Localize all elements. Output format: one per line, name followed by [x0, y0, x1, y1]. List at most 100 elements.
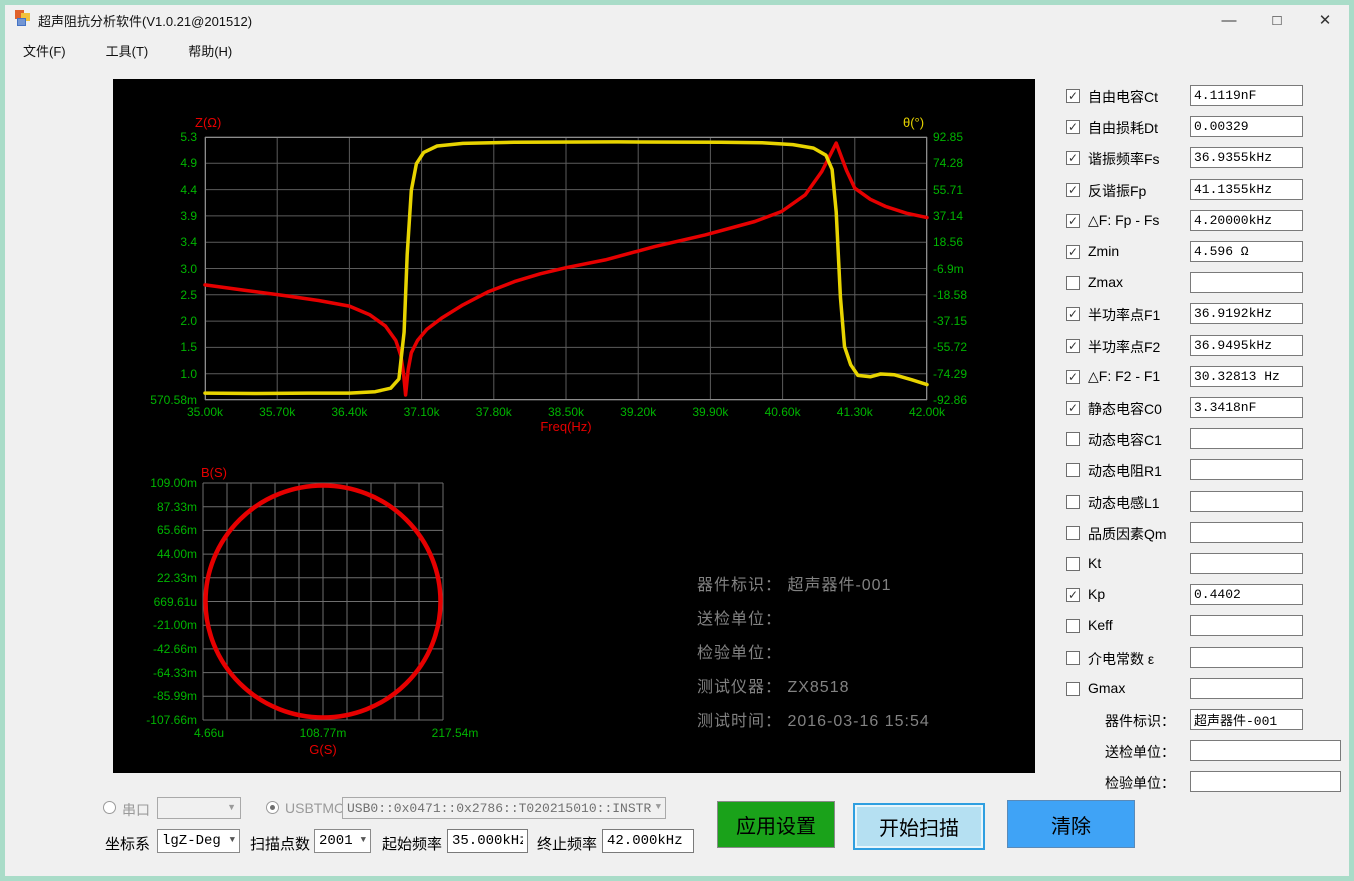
param-label: Zmax	[1088, 274, 1123, 290]
param-checkbox[interactable]	[1066, 495, 1080, 509]
param-checkbox[interactable]: ✓	[1066, 370, 1080, 384]
param-value-input[interactable]	[1190, 116, 1303, 137]
minimize-button[interactable]: —	[1205, 5, 1253, 35]
param-checkbox[interactable]: ✓	[1066, 183, 1080, 197]
param-value-input[interactable]	[1190, 85, 1303, 106]
chevron-down-icon: ▼	[655, 802, 661, 813]
z-axis-tick: 4.4	[180, 182, 197, 197]
param-checkbox[interactable]	[1066, 682, 1080, 696]
serial-radio[interactable]	[103, 801, 116, 814]
freq-axis-tick: 35.00k	[186, 405, 224, 419]
menu-bar: 文件(F) 工具(T) 帮助(H)	[5, 37, 1349, 63]
param-value-input[interactable]	[1190, 647, 1303, 668]
param-label: 介电常数 ε	[1088, 651, 1155, 667]
param-checkbox[interactable]: ✓	[1066, 151, 1080, 165]
param-checkbox[interactable]	[1066, 651, 1080, 665]
b-axis-tick: 44.00m	[156, 547, 197, 562]
param-checkbox[interactable]	[1066, 276, 1080, 290]
param-value-input[interactable]	[1190, 366, 1303, 387]
freq-axis-tick: 36.40k	[331, 405, 368, 419]
z-axis-tick: 2.5	[180, 287, 197, 302]
param-value-input[interactable]	[1190, 615, 1303, 636]
start-freq-label: 起始频率	[382, 836, 443, 853]
test-info-line: 器件标识： 超声器件-001	[697, 577, 892, 594]
param-checkbox[interactable]: ✓	[1066, 214, 1080, 228]
b-axis-tick: 22.33m	[156, 570, 197, 585]
clear-button[interactable]: 清除	[1007, 800, 1135, 848]
id-field-input[interactable]	[1190, 709, 1303, 730]
usbtmc-address-combo[interactable]: USB0::0x0471::0x2786::T020215010::INSTR …	[342, 797, 666, 819]
id-field-input[interactable]	[1190, 740, 1341, 761]
close-button[interactable]: ✕	[1301, 5, 1349, 35]
param-checkbox[interactable]: ✓	[1066, 307, 1080, 321]
param-label: Kt	[1088, 555, 1102, 571]
z-axis-tick: 3.0	[180, 261, 197, 276]
theta-axis-tick: -55.72	[933, 340, 968, 355]
theta-axis-tick: 55.71	[933, 182, 964, 197]
freq-axis-tick: 37.10k	[403, 405, 440, 419]
param-label: Keff	[1088, 617, 1113, 633]
param-value-input[interactable]	[1190, 335, 1303, 356]
start-freq-input[interactable]	[447, 829, 528, 853]
menu-file[interactable]: 文件(F)	[18, 38, 71, 63]
test-info-line: 检验单位：	[697, 645, 783, 662]
theta-axis-title: θ(°)	[903, 115, 925, 130]
param-value-input[interactable]	[1190, 678, 1303, 699]
param-label: 动态电感L1	[1088, 495, 1160, 511]
window-title: 超声阻抗分析软件(V1.0.21@201512)	[38, 14, 253, 29]
title-bar: 超声阻抗分析软件(V1.0.21@201512) — □ ✕	[5, 5, 1349, 35]
apply-settings-button[interactable]: 应用设置	[717, 801, 835, 848]
id-field-input[interactable]	[1190, 771, 1341, 792]
param-value-input[interactable]	[1190, 147, 1303, 168]
param-value-input[interactable]	[1190, 272, 1303, 293]
scan-points-label: 扫描点数	[250, 836, 311, 853]
param-value-input[interactable]	[1190, 303, 1303, 324]
param-value-input[interactable]	[1190, 522, 1303, 543]
b-axis-tick: -64.33m	[152, 665, 197, 680]
id-field-label: 送检单位：	[1105, 744, 1175, 760]
param-label: 品质因素Qm	[1088, 526, 1167, 542]
b-axis-tick: -85.99m	[152, 689, 197, 704]
theta-axis-tick: -74.29	[933, 366, 968, 381]
param-checkbox[interactable]: ✓	[1066, 89, 1080, 103]
param-value-input[interactable]	[1190, 241, 1303, 262]
param-checkbox[interactable]: ✓	[1066, 401, 1080, 415]
param-checkbox[interactable]: ✓	[1066, 339, 1080, 353]
z-axis-tick: 5.3	[180, 130, 197, 144]
param-checkbox[interactable]	[1066, 526, 1080, 540]
freq-axis-title: Freq(Hz)	[540, 419, 592, 434]
menu-tools[interactable]: 工具(T)	[101, 38, 154, 63]
theta-axis-tick: 92.85	[933, 130, 964, 144]
stop-freq-input[interactable]	[602, 829, 694, 853]
usbtmc-radio[interactable]	[266, 801, 279, 814]
param-value-input[interactable]	[1190, 491, 1303, 512]
b-axis-tick: -107.66m	[146, 713, 197, 727]
chevron-down-icon: ▼	[227, 802, 236, 813]
usbtmc-address-value: USB0::0x0471::0x2786::T020215010::INSTR	[347, 800, 652, 816]
param-checkbox[interactable]	[1066, 619, 1080, 633]
freq-axis-tick: 42.00k	[908, 405, 946, 419]
serial-port-combo[interactable]: ▼	[157, 797, 241, 819]
scan-points-combo[interactable]: 2001 ▼	[314, 829, 371, 853]
param-value-input[interactable]	[1190, 428, 1303, 449]
param-checkbox[interactable]	[1066, 432, 1080, 446]
param-value-input[interactable]	[1190, 210, 1303, 231]
maximize-button[interactable]: □	[1253, 5, 1301, 35]
param-value-input[interactable]	[1190, 584, 1303, 605]
coord-system-combo[interactable]: lgZ-Deg ▼	[157, 829, 240, 853]
stop-freq-label: 终止频率	[537, 836, 598, 853]
param-value-input[interactable]	[1190, 553, 1303, 574]
param-checkbox[interactable]: ✓	[1066, 120, 1080, 134]
menu-help[interactable]: 帮助(H)	[183, 38, 237, 63]
app-icon	[14, 9, 32, 27]
start-scan-button[interactable]: 开始扫描	[853, 803, 985, 850]
param-checkbox[interactable]: ✓	[1066, 588, 1080, 602]
param-checkbox[interactable]	[1066, 557, 1080, 571]
b-axis-tick: -42.66m	[152, 641, 197, 656]
param-value-input[interactable]	[1190, 179, 1303, 200]
param-checkbox[interactable]	[1066, 463, 1080, 477]
param-value-input[interactable]	[1190, 397, 1303, 418]
param-checkbox[interactable]: ✓	[1066, 245, 1080, 259]
param-value-input[interactable]	[1190, 459, 1303, 480]
z-axis-tick: 1.0	[180, 366, 197, 381]
